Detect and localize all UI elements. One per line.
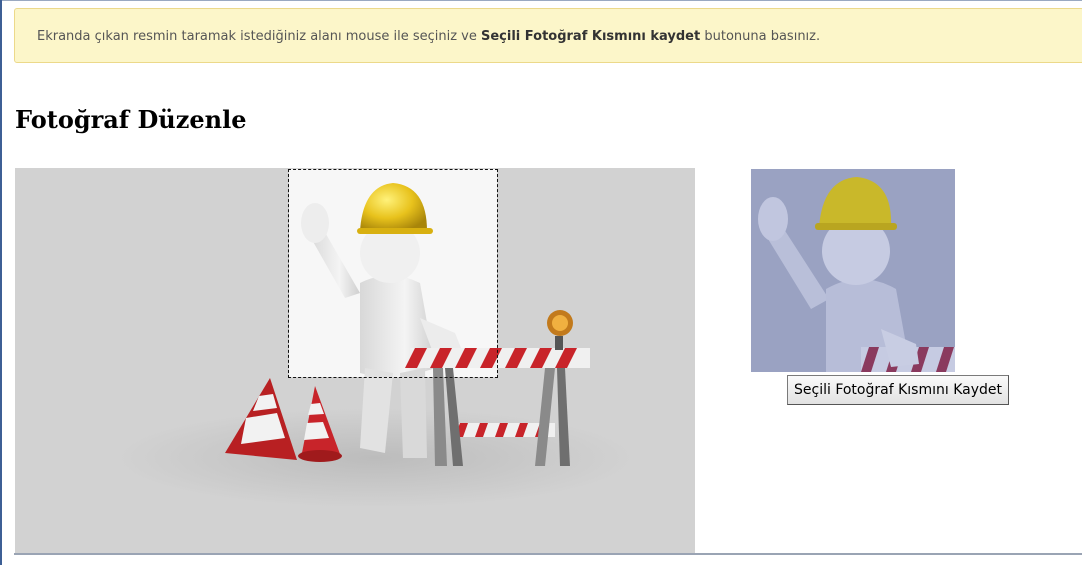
notice-text-before: Ekranda çıkan resmin taramak istediğiniz… (37, 29, 481, 44)
preview-image (751, 169, 955, 372)
crop-selection-box[interactable] (288, 169, 498, 378)
notice-text-bold: Seçili Fotoğraf Kısmını kaydet (481, 29, 701, 44)
crop-preview-image (751, 169, 955, 372)
notice-text-after: butonuna basınız. (700, 29, 821, 44)
save-selected-photo-button[interactable]: Seçili Fotoğraf Kısmını Kaydet (787, 375, 1009, 405)
bottom-divider (14, 553, 1082, 555)
top-border (0, 0, 1082, 1)
left-border (0, 0, 2, 565)
info-notice: Ekranda çıkan resmin taramak istediğiniz… (14, 8, 1082, 63)
photo-editor-page: Ekranda çıkan resmin taramak istediğiniz… (0, 0, 1082, 565)
page-title: Fotoğraf Düzenle (15, 105, 247, 134)
